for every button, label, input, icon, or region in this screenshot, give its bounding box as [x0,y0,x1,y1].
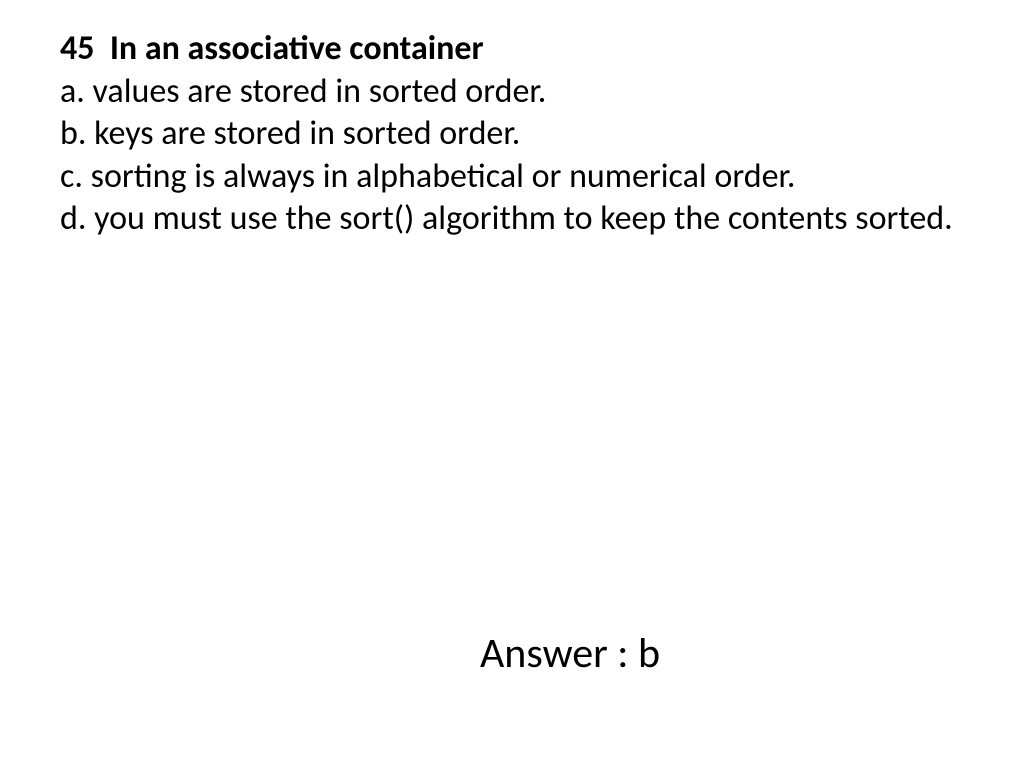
option-a: a. values are stored in sorted order. [60,71,964,114]
option-b: b. keys are stored in sorted order. [60,113,964,156]
option-c: c. sorting is always in alphabetical or … [60,156,964,199]
question-title: In an associative container [110,28,484,69]
question-block: 45 In an associative container a. values… [60,28,964,241]
answer-label: Answer : b [480,628,660,679]
slide-content: 45 In an associative container a. values… [0,0,1024,241]
question-header: 45 In an associative container [60,28,964,71]
option-d: d. you must use the sort() algorithm to … [60,198,964,241]
question-number: 45 [60,28,94,69]
